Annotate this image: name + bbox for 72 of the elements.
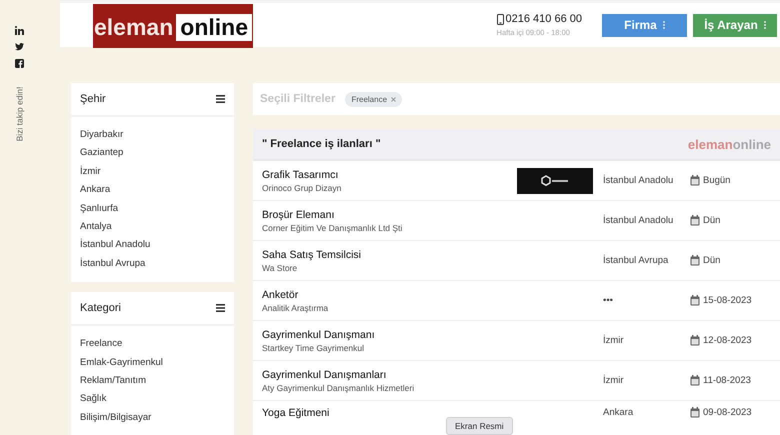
filter-link[interactable]: Ankara — [80, 183, 225, 197]
calendar-icon — [690, 175, 700, 186]
filter-link[interactable]: İzmir — [80, 164, 225, 178]
job-date: Dün — [703, 255, 720, 266]
job-city: İstanbul Avrupa — [603, 255, 670, 266]
company-name: Aty Gayrimenkul Danışmanlık Hizmetleri — [262, 382, 416, 392]
job-city: İzmir — [603, 335, 625, 346]
job-title: Anketör — [262, 288, 300, 300]
job-row[interactable]: Gayrimenkul Danışmanları Aty Gayrimenkul Danışmanlık Hizmetleri İzmir 11-08-2023 — [253, 361, 780, 401]
filter-link[interactable]: Antalya — [80, 220, 225, 234]
calendar-icon — [690, 295, 700, 306]
filter-link[interactable]: Diyarbakır — [80, 128, 225, 142]
job-date: 11-08-2023 — [703, 375, 751, 386]
calendar-icon — [690, 335, 700, 346]
job-city: ••• — [603, 295, 614, 306]
close-icon — [391, 96, 396, 102]
job-city: İstanbul Anadolu — [603, 215, 674, 226]
job-date: Bugün — [703, 175, 730, 186]
filter-chip[interactable]: Freelance — [345, 92, 402, 106]
job-title: Gayrimenkul Danışmanları — [262, 368, 388, 380]
job-row[interactable]: Gayrimenkul Danışmanı Startkey Time Gayrimenkul İzmir 12-08-2023 — [253, 321, 780, 361]
company-name: Corner Eğitim Ve Danışmanlık Ltd Şti — [262, 222, 404, 232]
filter-link[interactable]: Bilişim/Bilgisayar — [80, 410, 225, 424]
job-city: Ankara — [603, 407, 634, 418]
filter-link[interactable]: İstanbul Avrupa — [80, 256, 225, 270]
job-row[interactable]: Saha Satış Temsilcisi Wa Store İstanbul Avrupa Dün — [253, 241, 780, 281]
filter-link[interactable]: Emlak-Gayrimenkul — [80, 356, 225, 370]
company-name: Wa Store — [262, 262, 298, 272]
logo[interactable]: eleman online — [93, 4, 253, 48]
panel-title: Şehir — [80, 93, 106, 105]
screenshot-tooltip: Ekran Resmi — [446, 417, 513, 435]
calendar-icon — [690, 407, 700, 418]
job-row[interactable]: Grafik Tasarımcı Orinoco Grup Dizayn İstanbul Anadolu Bugün — [253, 161, 780, 201]
follow-text: Bizi takip edin! — [14, 86, 24, 142]
job-date: 15-08-2023 — [703, 295, 752, 306]
job-city: İzmir — [603, 375, 625, 386]
filter-link[interactable]: Freelance — [80, 337, 225, 351]
filter-link[interactable]: Sağlık — [80, 392, 225, 406]
kebab-icon — [662, 21, 665, 29]
menu-icon — [216, 95, 225, 103]
kebab-icon — [764, 21, 766, 29]
job-title: Broşür Elemanı — [262, 208, 336, 220]
calendar-icon — [690, 255, 700, 266]
phone-number: 0216 410 66 00 — [506, 13, 582, 25]
job-date: 12-08-2023 — [703, 335, 752, 346]
list-title: " Freelance iş ilanları " — [262, 138, 381, 150]
brand-watermark: elemanonline — [688, 136, 771, 152]
calendar-icon — [690, 375, 700, 386]
company-name: Orinoco Grup Dizayn — [262, 182, 342, 192]
job-date: 09-08-2023 — [703, 407, 752, 418]
job-city: İstanbul Anadolu — [603, 175, 674, 186]
job-row[interactable]: Anketör Analitik Araştırma ••• 15-08-2023 — [253, 281, 780, 321]
company-name: Startkey Time Gayrimenkul — [262, 342, 366, 352]
filter-link[interactable]: İstanbul Anadolu — [80, 238, 225, 252]
job-title: Gayrimenkul Danışmanı — [262, 328, 376, 340]
filter-link[interactable]: Reklam/Tanıtım — [80, 374, 225, 388]
job-title: Yoga Eğitmeni — [262, 407, 330, 419]
filter-link[interactable]: Şanlıurfa — [80, 202, 225, 216]
job-row[interactable]: Broşür Elemanı Corner Eğitim Ve Danışmanlık Ltd Şti İstanbul Anadolu Dün — [253, 201, 780, 241]
phone-icon — [496, 14, 504, 24]
panel-title: Kategori — [80, 302, 121, 314]
filter-title: Seçili Filtreler — [260, 93, 336, 105]
linkedin-icon[interactable] — [14, 26, 24, 35]
job-title: Grafik Tasarımcı — [262, 168, 340, 180]
job-date: Dün — [703, 215, 720, 226]
bird-icon[interactable] — [14, 43, 24, 51]
menu-icon — [216, 304, 225, 312]
filter-link[interactable]: Gaziantep — [80, 146, 225, 160]
company-name: Analitik Araştırma — [262, 302, 330, 312]
facebook-icon[interactable] — [14, 59, 24, 68]
calendar-icon — [690, 215, 700, 226]
job-title: Saha Satış Temsilcisi — [262, 248, 362, 260]
